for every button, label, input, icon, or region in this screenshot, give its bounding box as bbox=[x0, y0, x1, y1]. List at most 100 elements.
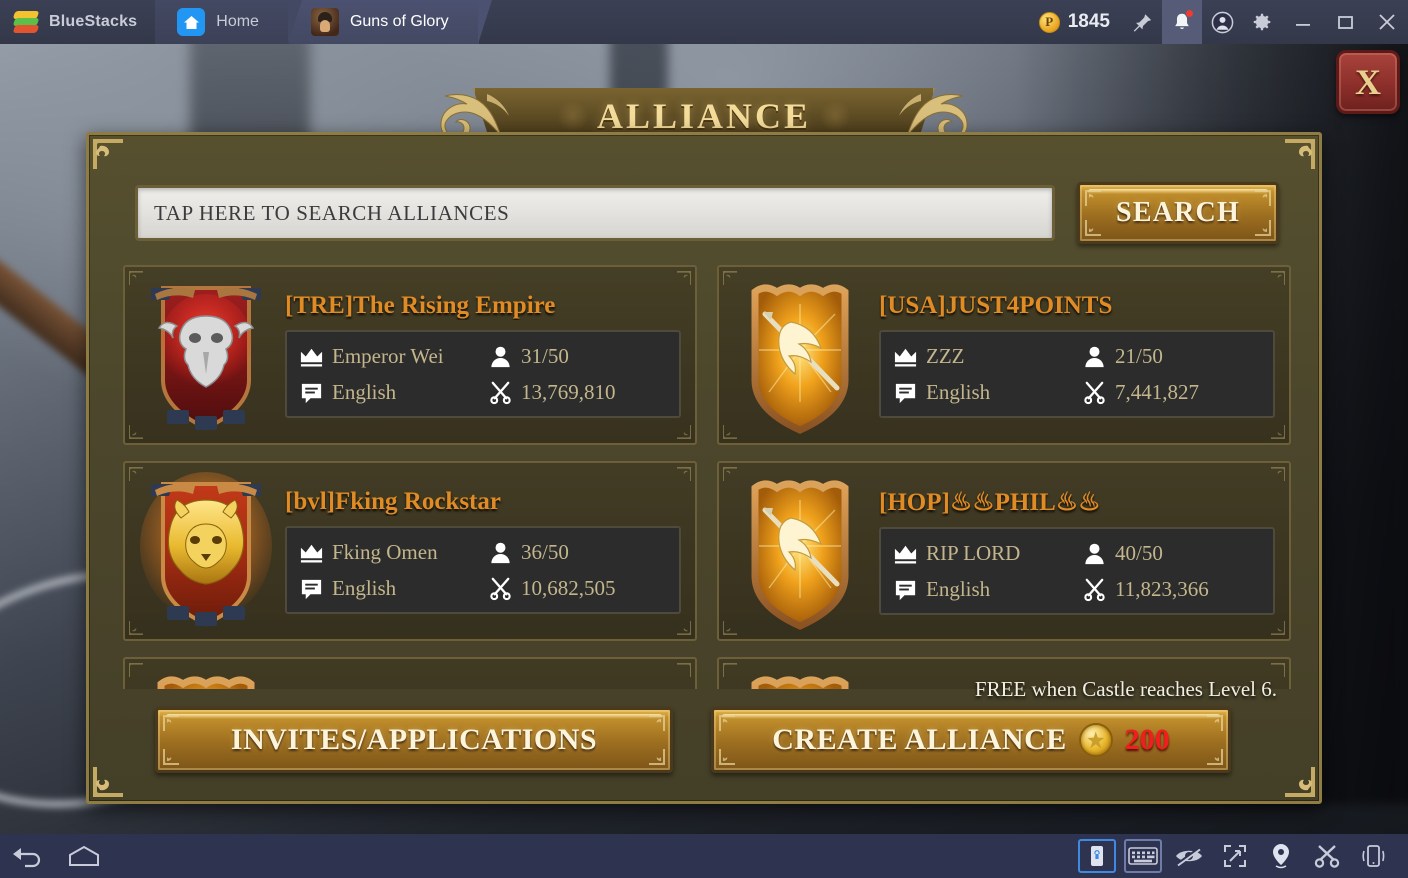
alliance-power-value: 10,682,505 bbox=[521, 575, 616, 600]
member-icon bbox=[491, 542, 510, 563]
alliance-list[interactable]: [TRE]The Rising Empire Emperor Wei 31/50… bbox=[113, 257, 1301, 689]
chat-icon bbox=[895, 580, 916, 600]
crown-icon bbox=[894, 348, 917, 366]
alliance-language-value: English bbox=[926, 379, 991, 404]
notification-badge bbox=[1185, 9, 1194, 18]
power-icon bbox=[490, 381, 511, 404]
alliance-language-field: English bbox=[893, 376, 1072, 408]
alliance-crest bbox=[725, 466, 875, 636]
back-icon[interactable] bbox=[0, 834, 56, 878]
home-icon[interactable] bbox=[56, 834, 112, 878]
alliance-panel: TAP HERE TO SEARCH ALLIANCES SEARCH [TRE… bbox=[86, 132, 1322, 804]
home-icon bbox=[177, 8, 206, 36]
card-corner-icon bbox=[677, 621, 691, 635]
titlebar-right-group: P 1845 bbox=[1027, 0, 1408, 44]
member-icon bbox=[491, 346, 510, 367]
bell-icon[interactable] bbox=[1162, 0, 1202, 44]
search-button-label: SEARCH bbox=[1116, 197, 1240, 228]
bluestacks-logo-icon bbox=[12, 11, 40, 33]
power-icon bbox=[1084, 381, 1105, 404]
alliance-leader-value: RIP LORD bbox=[926, 540, 1021, 565]
button-corner-icon bbox=[649, 749, 665, 765]
alliance-leader-value: ZZZ bbox=[926, 343, 965, 368]
bluestacks-titlebar: BlueStacks Home Guns of Glory P 1845 bbox=[0, 0, 1408, 44]
alliance-info-box: ZZZ 21/50 English 7,441,827 bbox=[879, 330, 1275, 418]
invites-applications-label: INVITES/APPLICATIONS bbox=[230, 723, 598, 756]
button-corner-icon bbox=[719, 749, 735, 765]
search-row: TAP HERE TO SEARCH ALLIANCES SEARCH bbox=[135, 179, 1279, 247]
alliance-power-field: 13,769,810 bbox=[488, 376, 667, 408]
points-value: 1845 bbox=[1067, 11, 1110, 32]
alliance-card[interactable]: [HOP]♨♨PHIL♨♨ RIP LORD 40/50 English 11,… bbox=[707, 453, 1301, 649]
button-corner-icon bbox=[649, 715, 665, 731]
free-alliance-note: FREE when Castle reaches Level 6. bbox=[974, 677, 1277, 701]
gold-coin-icon bbox=[1078, 723, 1113, 757]
button-corner-icon bbox=[1255, 190, 1271, 206]
alliance-card[interactable]: [USA]JUST4POINTS ZZZ 21/50 English 7,441… bbox=[707, 257, 1301, 453]
alliance-name: [HOP]♨♨PHIL♨♨ bbox=[879, 489, 1101, 516]
button-corner-icon bbox=[1207, 715, 1223, 731]
alliance-info-box: Emperor Wei 31/50 English 13,769,810 bbox=[285, 330, 681, 418]
crown-icon bbox=[300, 544, 323, 562]
keyboard-icon[interactable] bbox=[1124, 839, 1162, 873]
alliance-power-field: 11,823,366 bbox=[1082, 573, 1261, 605]
card-corner-icon bbox=[677, 271, 691, 285]
alliance-power-value: 7,441,827 bbox=[1115, 379, 1199, 404]
eye-slash-icon[interactable] bbox=[1170, 839, 1208, 873]
alliance-leader-value: Emperor Wei bbox=[332, 343, 444, 368]
rotate-lock-icon[interactable] bbox=[1078, 839, 1116, 873]
alliance-info-box: Fking Omen 36/50 English 10,682,505 bbox=[285, 526, 681, 614]
card-corner-icon bbox=[1271, 425, 1285, 439]
panel-footer: FREE when Castle reaches Level 6. INVITE… bbox=[115, 677, 1299, 787]
window-maximize-button[interactable] bbox=[1324, 0, 1366, 44]
card-corner-icon bbox=[677, 425, 691, 439]
card-corner-icon bbox=[1271, 467, 1285, 481]
alliance-power-field: 7,441,827 bbox=[1082, 376, 1261, 408]
close-icon: X bbox=[1355, 62, 1381, 102]
alliance-language-value: English bbox=[332, 379, 397, 404]
create-alliance-cost: 200 bbox=[1124, 723, 1170, 756]
card-corner-icon bbox=[677, 663, 691, 677]
shake-phone-icon[interactable] bbox=[1354, 839, 1392, 873]
invites-applications-button[interactable]: INVITES/APPLICATIONS bbox=[155, 707, 673, 773]
alliance-power-field: 10,682,505 bbox=[488, 572, 667, 604]
page-title: ALLIANCE bbox=[596, 96, 812, 136]
pin-icon[interactable] bbox=[1122, 0, 1162, 44]
scissors-icon[interactable] bbox=[1308, 839, 1346, 873]
points-coin-icon: P bbox=[1038, 11, 1060, 33]
create-alliance-label: CREATE ALLIANCE bbox=[772, 723, 1067, 756]
alliance-members-value: 21/50 bbox=[1115, 343, 1163, 368]
chat-icon bbox=[301, 383, 322, 403]
tab-guns-of-glory[interactable]: Guns of Glory bbox=[288, 0, 492, 44]
alliance-info-box: RIP LORD 40/50 English 11,823,366 bbox=[879, 527, 1275, 615]
crown-icon bbox=[894, 545, 917, 563]
fullscreen-icon[interactable] bbox=[1216, 839, 1254, 873]
alliance-members-field: 36/50 bbox=[488, 536, 667, 568]
location-pin-icon[interactable] bbox=[1262, 839, 1300, 873]
game-icon bbox=[310, 8, 339, 36]
alliance-card[interactable]: [bvl]Fking Rockstar Fking Omen 36/50 Eng… bbox=[113, 453, 707, 649]
alliance-card[interactable]: [TRE]The Rising Empire Emperor Wei 31/50… bbox=[113, 257, 707, 453]
window-close-button[interactable] bbox=[1366, 0, 1408, 44]
gear-icon[interactable] bbox=[1242, 0, 1282, 44]
alliance-members-value: 31/50 bbox=[521, 343, 569, 368]
alliance-language-value: English bbox=[332, 575, 397, 600]
home-glyph bbox=[183, 15, 199, 29]
close-dialog-button[interactable]: X bbox=[1336, 50, 1400, 114]
chat-icon bbox=[895, 383, 916, 403]
tab-guns-of-glory-label: Guns of Glory bbox=[349, 13, 449, 30]
create-alliance-button[interactable]: CREATE ALLIANCE 200 bbox=[711, 707, 1231, 773]
search-input[interactable]: TAP HERE TO SEARCH ALLIANCES bbox=[135, 185, 1055, 241]
account-icon[interactable] bbox=[1202, 0, 1242, 44]
android-bottom-bar bbox=[0, 834, 1408, 878]
window-minimize-button[interactable] bbox=[1282, 0, 1324, 44]
search-button[interactable]: SEARCH bbox=[1077, 182, 1279, 244]
alliance-members-field: 40/50 bbox=[1082, 537, 1261, 569]
power-icon bbox=[490, 577, 511, 600]
points-counter[interactable]: P 1845 bbox=[1027, 11, 1122, 33]
tab-home[interactable]: Home bbox=[155, 0, 302, 44]
alliance-members-value: 40/50 bbox=[1115, 540, 1163, 565]
alliance-power-value: 13,769,810 bbox=[521, 379, 616, 404]
button-corner-icon bbox=[1255, 220, 1271, 236]
alliance-leader-field: ZZZ bbox=[893, 340, 1072, 372]
